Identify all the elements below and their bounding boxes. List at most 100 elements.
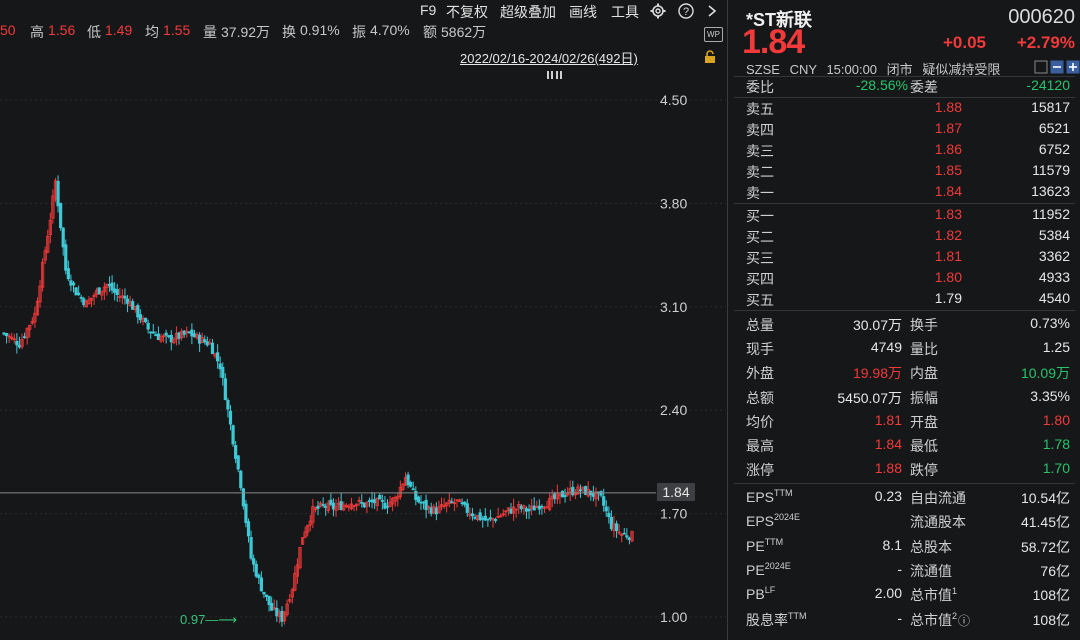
candle-body — [187, 331, 191, 334]
free-float-label: 自由流通 — [910, 490, 966, 506]
total-volume-value: 30.07万 — [852, 317, 902, 333]
low-label: 最低 — [910, 438, 938, 454]
bid-level-price[interactable]: 1.79 — [848, 290, 962, 306]
avg-price-label: 均价 — [746, 414, 774, 430]
candle-body — [61, 227, 65, 248]
candle-body — [419, 501, 423, 504]
candle-body — [236, 455, 240, 470]
candle-body — [15, 341, 19, 346]
draw-line-button[interactable]: 画线 — [569, 2, 597, 22]
collapse-marker-icon[interactable] — [546, 70, 562, 80]
candle-body — [264, 594, 269, 597]
pb-value: 2.00 — [874, 585, 902, 601]
y-axis-ticks: 4.50 3.80 3.10 2.40 1.70 1.00 — [660, 92, 687, 625]
open-label: 开盘 — [910, 414, 938, 430]
gear-icon[interactable] — [650, 3, 666, 19]
amount-label: 额 — [423, 24, 437, 40]
help-icon[interactable]: ? — [678, 3, 694, 19]
candle-body — [424, 499, 428, 511]
super-overlay-button[interactable]: 超级叠加 — [500, 2, 556, 22]
price-change-pct: +2.79% — [1016, 33, 1075, 52]
wp-badge[interactable]: WP — [704, 27, 723, 42]
bid-level-qty: 3362 — [1038, 248, 1070, 264]
amplitude-label: 振幅 — [910, 390, 938, 406]
ask-level-label: 卖四 — [746, 122, 774, 138]
limit-down-value: 1.70 — [1042, 460, 1070, 476]
amplitude-value: 3.35% — [1030, 388, 1070, 404]
candle-body — [218, 363, 222, 370]
bid-level-qty: 11952 — [1032, 206, 1070, 222]
float-mv-value: 76亿 — [1040, 563, 1070, 579]
candle-body — [216, 352, 220, 362]
ask-level-price[interactable]: 1.88 — [848, 99, 962, 115]
volume-ratio-value: 1.25 — [1042, 339, 1070, 355]
candle-body — [339, 501, 343, 510]
bid-level-price[interactable]: 1.81 — [848, 248, 962, 264]
ask-level-label: 卖二 — [746, 164, 774, 180]
quote-panel: *ST新联 000620 1.84 +0.05 +2.79% SZSE CNY … — [727, 0, 1080, 640]
candle-body — [97, 287, 101, 295]
bid-level-price[interactable]: 1.82 — [848, 227, 962, 243]
plus-box-icon[interactable] — [1066, 60, 1080, 74]
no-adjust-button[interactable]: 不复权 — [446, 2, 488, 22]
chevron-right-icon[interactable] — [706, 4, 718, 18]
avg-price-value: 1.81 — [874, 412, 902, 428]
ask-level-qty: 13623 — [1031, 183, 1070, 199]
candle-body — [470, 513, 475, 517]
total-shares-value: 58.72亿 — [1020, 539, 1070, 555]
ask-level-price[interactable]: 1.86 — [848, 141, 962, 157]
square-icon[interactable] — [1034, 60, 1048, 74]
candle-body — [331, 502, 336, 510]
f9-button[interactable]: F9 — [420, 2, 436, 18]
ask-level-label: 卖三 — [746, 143, 774, 159]
candle-body — [115, 289, 119, 295]
tools-button[interactable]: 工具 — [611, 2, 639, 22]
candle-body — [362, 502, 366, 508]
candle-body — [249, 537, 253, 559]
candle-body — [385, 505, 390, 508]
amplitude-value: 4.70% — [370, 22, 410, 38]
ask-level-price[interactable]: 1.85 — [848, 162, 962, 178]
bid-level-price[interactable]: 1.80 — [848, 269, 962, 285]
candle-body — [56, 180, 60, 207]
eps-ttm-label: EPSTTM — [746, 488, 793, 505]
limit-up-value: 1.88 — [874, 460, 902, 476]
ask-level-price[interactable]: 1.87 — [848, 120, 962, 136]
candle-body — [450, 501, 454, 504]
candle-body — [416, 496, 420, 503]
min-price-marker: 0.97—⟶ — [180, 612, 237, 628]
candle-body — [553, 493, 557, 499]
candle-body — [146, 322, 150, 330]
bid-level-label: 买五 — [746, 292, 774, 308]
kline-chart[interactable]: 4.50 3.80 3.10 2.40 1.70 1.00 — [0, 0, 726, 640]
turnover-value: 0.73% — [1030, 315, 1070, 331]
info-icon[interactable]: ⓘ — [958, 614, 970, 628]
y-tick-label: 3.80 — [660, 195, 687, 211]
candle-body — [110, 282, 114, 291]
candle-body — [267, 595, 271, 605]
candle-body — [149, 331, 153, 334]
bid-level-label: 买一 — [746, 208, 774, 224]
avg-label: 均 — [145, 24, 159, 40]
candle-body — [82, 298, 86, 306]
candles — [2, 175, 634, 627]
candle-body — [241, 488, 245, 507]
candle-body — [560, 490, 565, 498]
bid-level-price[interactable]: 1.83 — [848, 206, 962, 222]
candle-body — [383, 502, 387, 509]
lock-icon[interactable] — [703, 50, 717, 64]
candle-body — [625, 535, 629, 538]
candle-body — [259, 577, 263, 592]
total-shares-label: 总股本 — [910, 539, 952, 555]
candle-body — [607, 512, 611, 518]
candle-body — [138, 314, 143, 321]
minus-box-icon[interactable] — [1050, 60, 1064, 74]
candle-body — [69, 280, 73, 286]
amount-value: 5450.07万 — [837, 390, 902, 406]
date-range-link[interactable]: 2022/02/16-2024/02/26(492日) — [460, 48, 638, 67]
candle-body — [77, 292, 81, 296]
ask-level-price[interactable]: 1.84 — [848, 183, 962, 199]
price-change: +0.05 — [943, 33, 987, 52]
exchange: SZSE — [746, 62, 780, 77]
pe-2024-value: - — [897, 561, 902, 577]
